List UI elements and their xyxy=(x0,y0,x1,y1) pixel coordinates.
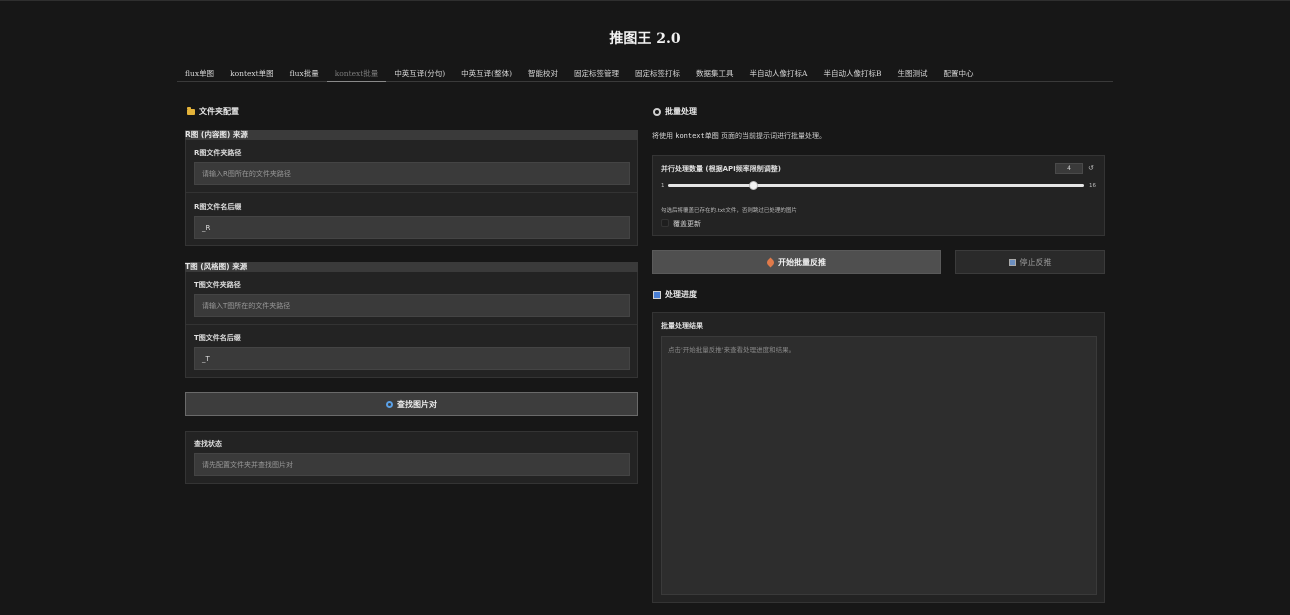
tab-kontext-batch[interactable]: kontext批量 xyxy=(326,64,387,82)
t-path-label: T图文件夹路径 xyxy=(194,281,241,289)
overwrite-label: 覆盖更新 xyxy=(673,220,701,228)
tab-fixed-tag-label[interactable]: 固定标签打标 xyxy=(627,64,688,82)
t-source-title: T图 (风格图) 来源 xyxy=(185,262,638,272)
find-pairs-label: 查找图片对 xyxy=(397,399,437,409)
tab-dataset-tools[interactable]: 数据集工具 xyxy=(688,64,742,82)
slider-min-label: 1 xyxy=(661,183,665,189)
result-textarea[interactable]: 点击'开始批量反推'来查看处理进度和结果。 xyxy=(661,336,1097,595)
t-path-input[interactable]: 请输入T图所在的文件夹路径 xyxy=(194,294,630,317)
tab-flux-batch[interactable]: flux批量 xyxy=(282,64,327,82)
slider-max-label: 16 xyxy=(1089,183,1096,189)
r-path-label: R图文件夹路径 xyxy=(194,149,242,157)
r-group-divider xyxy=(186,192,637,193)
tab-image-test[interactable]: 生图测试 xyxy=(889,64,935,82)
stop-label: 停止反推 xyxy=(1019,257,1052,267)
tab-translate-whole[interactable]: 中英互译(整体) xyxy=(453,64,520,82)
overwrite-hint: 勾选后将覆盖已存在的.txt文件，否则跳过已处理的图片 xyxy=(661,208,797,214)
concurrency-slider-thumb[interactable] xyxy=(749,181,758,190)
rocket-icon xyxy=(765,257,776,267)
tab-config-center[interactable]: 配置中心 xyxy=(935,64,981,82)
t-suffix-input[interactable]: _T xyxy=(194,347,630,370)
stop-icon xyxy=(1008,258,1016,266)
folder-config-title: 文件夹配置 xyxy=(199,107,239,116)
concurrency-number-input[interactable]: 4 xyxy=(1055,163,1083,174)
tab-portrait-label-b[interactable]: 半自动人像打标B xyxy=(815,64,889,82)
overwrite-checkbox[interactable] xyxy=(661,219,669,227)
concurrency-slider-track[interactable] xyxy=(668,184,1084,187)
result-label: 批量处理结果 xyxy=(661,322,703,330)
t-group-divider xyxy=(186,324,637,325)
folder-config-heading: 文件夹配置 xyxy=(187,106,239,117)
status-label: 查找状态 xyxy=(194,440,222,448)
find-pairs-button[interactable]: 查找图片对 xyxy=(185,392,638,416)
r-suffix-input[interactable]: _R xyxy=(194,216,630,239)
r-source-title: R图 (内容图) 来源 xyxy=(185,130,638,140)
r-suffix-label: R图文件名后缀 xyxy=(194,203,242,211)
start-batch-button[interactable]: 开始批量反推 xyxy=(652,250,941,274)
start-batch-label: 开始批量反推 xyxy=(778,257,826,267)
chart-icon xyxy=(653,290,661,299)
progress-heading: 处理进度 xyxy=(653,289,697,300)
tab-fixed-tag-manage[interactable]: 固定标签管理 xyxy=(566,64,627,82)
r-path-input[interactable]: 请输入R图所在的文件夹路径 xyxy=(194,162,630,185)
tab-kontext-single[interactable]: kontext单图 xyxy=(222,64,282,82)
batch-description: 将使用 kontext单图 页面的当前提示词进行批量处理。 xyxy=(652,132,826,140)
tab-bar: flux单图 kontext单图 flux批量 kontext批量 中英互译(分… xyxy=(177,64,1113,82)
window-top-border xyxy=(0,0,1290,1)
tab-translate-sentence[interactable]: 中英互译(分句) xyxy=(386,64,453,82)
prompt-source-code: kontext单图 xyxy=(675,132,719,140)
batch-title: 批量处理 xyxy=(665,107,697,116)
magnifier-icon xyxy=(386,400,393,408)
app-title: 推图王 2.0 xyxy=(609,31,681,47)
tab-portrait-label-a[interactable]: 半自动人像打标A xyxy=(742,64,816,82)
tab-flux-single[interactable]: flux单图 xyxy=(177,64,222,82)
status-output: 请先配置文件夹并查找图片对 xyxy=(194,453,630,476)
t-suffix-label: T图文件名后缀 xyxy=(194,334,241,342)
progress-title: 处理进度 xyxy=(665,290,697,299)
batch-heading: 批量处理 xyxy=(653,106,697,117)
concurrency-label: 并行处理数量 (根据API频率限制调整) xyxy=(661,165,781,173)
tab-smart-proofread[interactable]: 智能校对 xyxy=(520,64,566,82)
gear-icon xyxy=(653,107,661,116)
stop-button[interactable]: 停止反推 xyxy=(955,250,1105,274)
reset-icon[interactable]: ↺ xyxy=(1088,164,1094,172)
folder-icon xyxy=(187,106,195,115)
